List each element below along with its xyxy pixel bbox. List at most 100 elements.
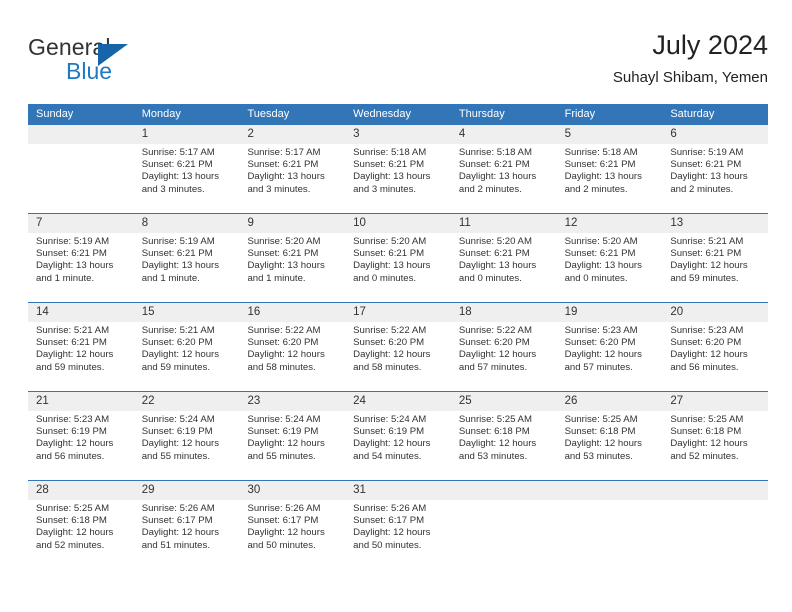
day-number[interactable]: 16 [239,303,345,322]
day-cell[interactable]: Sunrise: 5:22 AM Sunset: 6:20 PM Daylight:… [451,322,557,391]
day-number-empty [28,125,134,144]
day-number[interactable]: 8 [134,214,240,233]
day-number[interactable]: 30 [239,481,345,500]
day-cell[interactable]: Sunrise: 5:23 AM Sunset: 6:20 PM Daylight:… [557,322,663,391]
sunrise-text: Sunrise: 5:20 AM [564,236,638,247]
day-cell[interactable]: Sunrise: 5:19 AM Sunset: 6:21 PM Daylight:… [28,233,134,302]
day-number[interactable]: 9 [239,214,345,233]
sunrise-text: Sunrise: 5:22 AM [247,325,321,336]
sunset-text: Sunset: 6:21 PM [458,159,530,171]
sunrise-text: Sunrise: 5:23 AM [564,325,638,336]
day-cell[interactable]: Sunrise: 5:25 AM Sunset: 6:18 PM Daylight:… [557,411,663,480]
day-number[interactable]: 15 [134,303,240,322]
day-number[interactable]: 27 [662,392,768,411]
daylight-text: Daylight: 12 hours and 56 minutes. [670,349,748,373]
daylight-text: Daylight: 13 hours and 0 minutes. [458,260,537,284]
day-cell[interactable]: Sunrise: 5:20 AM Sunset: 6:21 PM Daylight:… [239,233,345,302]
day-cell[interactable]: Sunrise: 5:24 AM Sunset: 6:19 PM Daylight:… [134,411,240,480]
calendar-week-row: 1 2 3 4 5 6 Sunrise: 5:17 AM Sunset: 6:21 PM Day… [28,125,768,213]
day-cell[interactable]: Sunrise: 5:24 AM Sunset: 6:19 PM Daylight:… [345,411,451,480]
day-cell[interactable]: Sunrise: 5:26 AM Sunset: 6:17 PM Daylight:… [345,500,451,569]
sunrise-text: Sunrise: 5:25 AM [564,414,638,425]
weekday-header-monday: Monday [141,108,181,120]
sunrise-text: Sunrise: 5:20 AM [353,236,427,247]
day-cell[interactable]: Sunrise: 5:18 AM Sunset: 6:21 PM Daylight:… [345,144,451,213]
day-cell[interactable]: Sunrise: 5:19 AM Sunset: 6:21 PM Daylight:… [134,233,240,302]
daylight-text: Daylight: 13 hours and 1 minute. [36,260,114,284]
day-number[interactable]: 4 [451,125,557,144]
day-number[interactable]: 13 [662,214,768,233]
sunrise-text: Sunrise: 5:18 AM [458,147,532,158]
day-number-empty [662,481,768,500]
sunset-text: Sunset: 6:17 PM [353,515,425,527]
sunset-text: Sunset: 6:21 PM [564,159,636,171]
day-cell[interactable]: Sunrise: 5:23 AM Sunset: 6:20 PM Daylight:… [662,322,768,391]
day-cell[interactable]: Sunrise: 5:25 AM Sunset: 6:18 PM Daylight:… [28,500,134,569]
day-number[interactable]: 3 [345,125,451,144]
weekday-header-sunday: Sunday [36,108,74,120]
day-number[interactable]: 29 [134,481,240,500]
day-number[interactable]: 19 [557,303,663,322]
calendar-week-row: 7 8 9 10 11 12 13 Sunrise: 5:19 AM Sunset: 6:21 … [28,213,768,302]
day-number[interactable]: 23 [239,392,345,411]
day-number[interactable]: 20 [662,303,768,322]
day-cell[interactable]: Sunrise: 5:26 AM Sunset: 6:17 PM Daylight:… [239,500,345,569]
day-cell[interactable]: Sunrise: 5:20 AM Sunset: 6:21 PM Daylight:… [451,233,557,302]
day-cell[interactable]: Sunrise: 5:22 AM Sunset: 6:20 PM Daylight:… [239,322,345,391]
day-cell[interactable]: Sunrise: 5:24 AM Sunset: 6:19 PM Daylight:… [239,411,345,480]
day-cell[interactable]: Sunrise: 5:18 AM Sunset: 6:21 PM Daylight:… [451,144,557,213]
day-cell[interactable]: Sunrise: 5:21 AM Sunset: 6:21 PM Daylight:… [662,233,768,302]
day-cell[interactable]: Sunrise: 5:20 AM Sunset: 6:21 PM Daylight:… [345,233,451,302]
day-cell[interactable]: Sunrise: 5:23 AM Sunset: 6:19 PM Daylight:… [28,411,134,480]
day-number[interactable]: 2 [239,125,345,144]
daylight-text: Daylight: 13 hours and 2 minutes. [458,171,537,195]
day-number[interactable]: 14 [28,303,134,322]
sunrise-text: Sunrise: 5:24 AM [141,414,215,425]
day-cell[interactable]: Sunrise: 5:25 AM Sunset: 6:18 PM Daylight:… [662,411,768,480]
day-cell[interactable]: Sunrise: 5:22 AM Sunset: 6:20 PM Daylight:… [345,322,451,391]
day-number[interactable]: 24 [345,392,451,411]
daylight-text: Daylight: 13 hours and 1 minute. [141,260,220,284]
sunset-text: Sunset: 6:21 PM [247,248,319,260]
sunset-text: Sunset: 6:21 PM [353,159,425,171]
weekday-header-thursday: Thursday [458,108,505,120]
day-number[interactable]: 26 [557,392,663,411]
day-number[interactable]: 22 [134,392,240,411]
day-cell[interactable]: Sunrise: 5:26 AM Sunset: 6:17 PM Daylight:… [134,500,240,569]
day-number[interactable]: 12 [557,214,663,233]
day-cell[interactable]: Sunrise: 5:17 AM Sunset: 6:21 PM Daylight:… [134,144,240,213]
day-cell[interactable]: Sunrise: 5:17 AM Sunset: 6:21 PM Daylight:… [239,144,345,213]
day-cell-empty [28,144,134,213]
day-cell[interactable]: Sunrise: 5:19 AM Sunset: 6:21 PM Daylight:… [662,144,768,213]
day-cell[interactable]: Sunrise: 5:20 AM Sunset: 6:21 PM Daylight:… [557,233,663,302]
day-number[interactable]: 11 [451,214,557,233]
day-number[interactable]: 28 [28,481,134,500]
sunset-text: Sunset: 6:20 PM [141,337,213,349]
sunset-text: Sunset: 6:17 PM [141,515,213,527]
day-number[interactable]: 18 [451,303,557,322]
day-number[interactable]: 21 [28,392,134,411]
day-cell[interactable]: Sunrise: 5:21 AM Sunset: 6:20 PM Daylight:… [134,322,240,391]
day-cell[interactable]: Sunrise: 5:18 AM Sunset: 6:21 PM Daylight:… [557,144,663,213]
day-number[interactable]: 17 [345,303,451,322]
day-cell[interactable]: Sunrise: 5:25 AM Sunset: 6:18 PM Daylight:… [451,411,557,480]
sunset-text: Sunset: 6:18 PM [36,515,107,527]
day-info-strip: Sunrise: 5:19 AM Sunset: 6:21 PM Daylight:… [28,233,768,302]
sunrise-text: Sunrise: 5:21 AM [36,325,110,336]
day-number-strip: 123456 [28,125,768,144]
day-number[interactable]: 25 [451,392,557,411]
day-number[interactable]: 5 [557,125,663,144]
day-number[interactable]: 1 [134,125,240,144]
day-number[interactable]: 31 [345,481,451,500]
daylight-text: Daylight: 12 hours and 55 minutes. [141,438,220,462]
day-number[interactable]: 7 [28,214,134,233]
day-number[interactable]: 10 [345,214,451,233]
sunrise-text: Sunrise: 5:17 AM [141,147,215,158]
day-number[interactable]: 6 [662,125,768,144]
day-cell[interactable]: Sunrise: 5:21 AM Sunset: 6:21 PM Daylight:… [28,322,134,391]
daylight-text: Daylight: 12 hours and 57 minutes. [564,349,642,373]
general-blue-logo[interactable]: General Blue [28,34,248,92]
sunset-text: Sunset: 6:21 PM [36,337,107,349]
daylight-text: Daylight: 12 hours and 59 minutes. [36,349,114,373]
day-cell-empty [451,500,557,569]
